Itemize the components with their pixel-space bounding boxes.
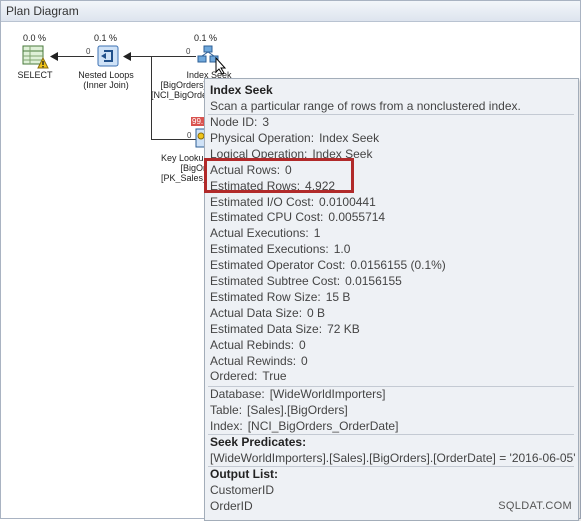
property-value: 0.0156155 bbox=[345, 274, 402, 288]
object-value: [NCI_BigOrders_OrderDate] bbox=[247, 418, 399, 433]
tooltip-property-row: Actual Rewinds: 0 bbox=[210, 354, 308, 368]
key-lookup-name: Key Lookup bbox=[161, 153, 206, 163]
tooltip-property-row: Estimated Subtree Cost: 0.0156155 bbox=[210, 274, 402, 288]
tooltip-property-row: Estimated I/O Cost: 0.0100441 bbox=[210, 195, 376, 209]
property-label: Estimated Row Size: bbox=[210, 289, 321, 304]
property-value: 0 bbox=[301, 353, 308, 368]
object-label: Table: bbox=[210, 402, 243, 417]
tooltip-object-row: Database: [WideWorldImporters] bbox=[210, 387, 386, 401]
property-label: Estimated CPU Cost: bbox=[210, 210, 324, 225]
property-label: Estimated Operator Cost: bbox=[210, 258, 346, 273]
property-value: 0.0055714 bbox=[328, 210, 386, 225]
tooltip-property-row: Actual Executions: 1 bbox=[210, 226, 320, 240]
property-value: 3 bbox=[262, 115, 270, 129]
select-cost-percent: 0.0 % bbox=[23, 33, 47, 43]
key-lookup-label: Key Lookup [BigOr [PK_Sales_ bbox=[161, 153, 206, 183]
watermark: SQLDAT.COM bbox=[498, 500, 572, 512]
edge-row-count: 0 bbox=[187, 131, 192, 140]
nested-loops-node[interactable] bbox=[95, 44, 123, 70]
index-seek-index: [NCI_BigOrders_OrderDate] bbox=[151, 90, 206, 100]
property-label: Estimated I/O Cost: bbox=[210, 194, 315, 209]
property-label: Physical Operation: bbox=[210, 130, 315, 145]
select-icon bbox=[22, 45, 49, 69]
tooltip-property-row: Physical Operation: Index Seek bbox=[210, 131, 379, 145]
edge-row-count: 0 bbox=[186, 47, 191, 56]
plan-diagram-window: Plan Diagram 0.0 % SELECT 0 0.1 % Nested… bbox=[0, 0, 581, 521]
operator-tooltip: Index Seek Scan a particular range of ro… bbox=[204, 78, 579, 521]
nested-loops-cost-percent: 0.1 % bbox=[94, 33, 118, 43]
property-label: Ordered: bbox=[210, 369, 258, 384]
property-value: 0.0100441 bbox=[319, 194, 376, 209]
property-value: 1.0 bbox=[333, 242, 351, 257]
tooltip-property-row: Ordered: True bbox=[210, 369, 287, 383]
property-label: Actual Executions: bbox=[210, 226, 309, 241]
title-bar: Plan Diagram bbox=[1, 1, 580, 22]
highlight-box bbox=[204, 158, 354, 193]
nested-loops-name: Nested Loops bbox=[78, 70, 134, 80]
edge-line bbox=[56, 56, 94, 57]
property-value: 0 B bbox=[307, 305, 326, 320]
property-value: 72 KB bbox=[327, 321, 360, 336]
arrow-left-icon bbox=[50, 52, 58, 61]
tooltip-property-row: Estimated CPU Cost: 0.0055714 bbox=[210, 210, 385, 224]
select-label: SELECT bbox=[17, 70, 53, 80]
select-node[interactable] bbox=[21, 44, 49, 70]
tooltip-object-row: Table: [Sales].[BigOrders] bbox=[210, 403, 348, 417]
tooltip-property-row: Estimated Data Size: 72 KB bbox=[210, 322, 360, 336]
output-list-header: Output List: bbox=[210, 467, 278, 481]
property-label: Actual Data Size: bbox=[210, 305, 303, 320]
nested-loops-join-type: (Inner Join) bbox=[83, 80, 129, 90]
tooltip-property-row: Estimated Operator Cost: 0.0156155 (0.1%) bbox=[210, 258, 446, 272]
edge-row-count: 0 bbox=[86, 47, 91, 56]
property-label: Estimated Executions: bbox=[210, 242, 329, 257]
index-seek-table: [BigOrders] bbox=[160, 80, 206, 90]
object-label: Database: bbox=[210, 387, 265, 401]
tooltip-title: Index Seek bbox=[210, 83, 273, 97]
tooltip-description: Scan a particular range of rows from a n… bbox=[210, 99, 521, 113]
property-label: Actual Rewinds: bbox=[210, 353, 297, 368]
tooltip-property-row: Estimated Executions: 1.0 bbox=[210, 242, 350, 256]
property-label: Estimated Data Size: bbox=[210, 321, 323, 336]
tooltip-object-row: Index: [NCI_BigOrders_OrderDate] bbox=[210, 419, 398, 433]
property-value: 0 bbox=[299, 337, 306, 352]
property-label: Actual Rebinds: bbox=[210, 337, 295, 352]
object-label: Index: bbox=[210, 418, 243, 433]
property-value: Index Seek bbox=[319, 130, 380, 145]
tooltip-property-row: Actual Rebinds: 0 bbox=[210, 338, 306, 352]
tooltip-property-row: Node ID: 3 bbox=[210, 115, 269, 129]
property-label: Node ID: bbox=[210, 115, 258, 129]
property-value: 15 B bbox=[325, 289, 351, 304]
index-seek-sublabel: [BigOrders] [NCI_BigOrders_OrderDate] bbox=[151, 80, 206, 100]
seek-predicates-header: Seek Predicates: bbox=[210, 435, 307, 449]
property-value: 1 bbox=[313, 226, 321, 241]
tooltip-property-row: Actual Data Size: 0 B bbox=[210, 306, 325, 320]
key-lookup-cost-percent: 99. bbox=[191, 117, 205, 126]
property-value: 0.0156155 (0.1%) bbox=[350, 258, 446, 273]
object-value: [Sales].[BigOrders] bbox=[247, 402, 348, 417]
key-lookup-index: [PK_Sales_ bbox=[161, 173, 206, 183]
object-value: [WideWorldImporters] bbox=[269, 387, 386, 401]
mouse-cursor-icon bbox=[215, 57, 227, 75]
property-label: Estimated Subtree Cost: bbox=[210, 274, 341, 288]
index-seek-cost-percent: 0.1 % bbox=[194, 33, 218, 43]
nested-loops-icon bbox=[97, 45, 119, 67]
window-title: Plan Diagram bbox=[6, 4, 79, 18]
key-lookup-table: [BigOr bbox=[180, 163, 206, 173]
arrow-left-icon bbox=[123, 52, 131, 61]
property-value: True bbox=[262, 369, 287, 384]
tooltip-property-row: Estimated Row Size: 15 B bbox=[210, 290, 350, 304]
output-column: CustomerID bbox=[210, 483, 275, 497]
output-column: OrderID bbox=[210, 499, 253, 513]
nested-loops-label: Nested Loops (Inner Join) bbox=[76, 70, 136, 90]
edge-line bbox=[130, 56, 196, 57]
seek-predicate-value: [WideWorldImporters].[Sales].[BigOrders]… bbox=[210, 451, 576, 465]
